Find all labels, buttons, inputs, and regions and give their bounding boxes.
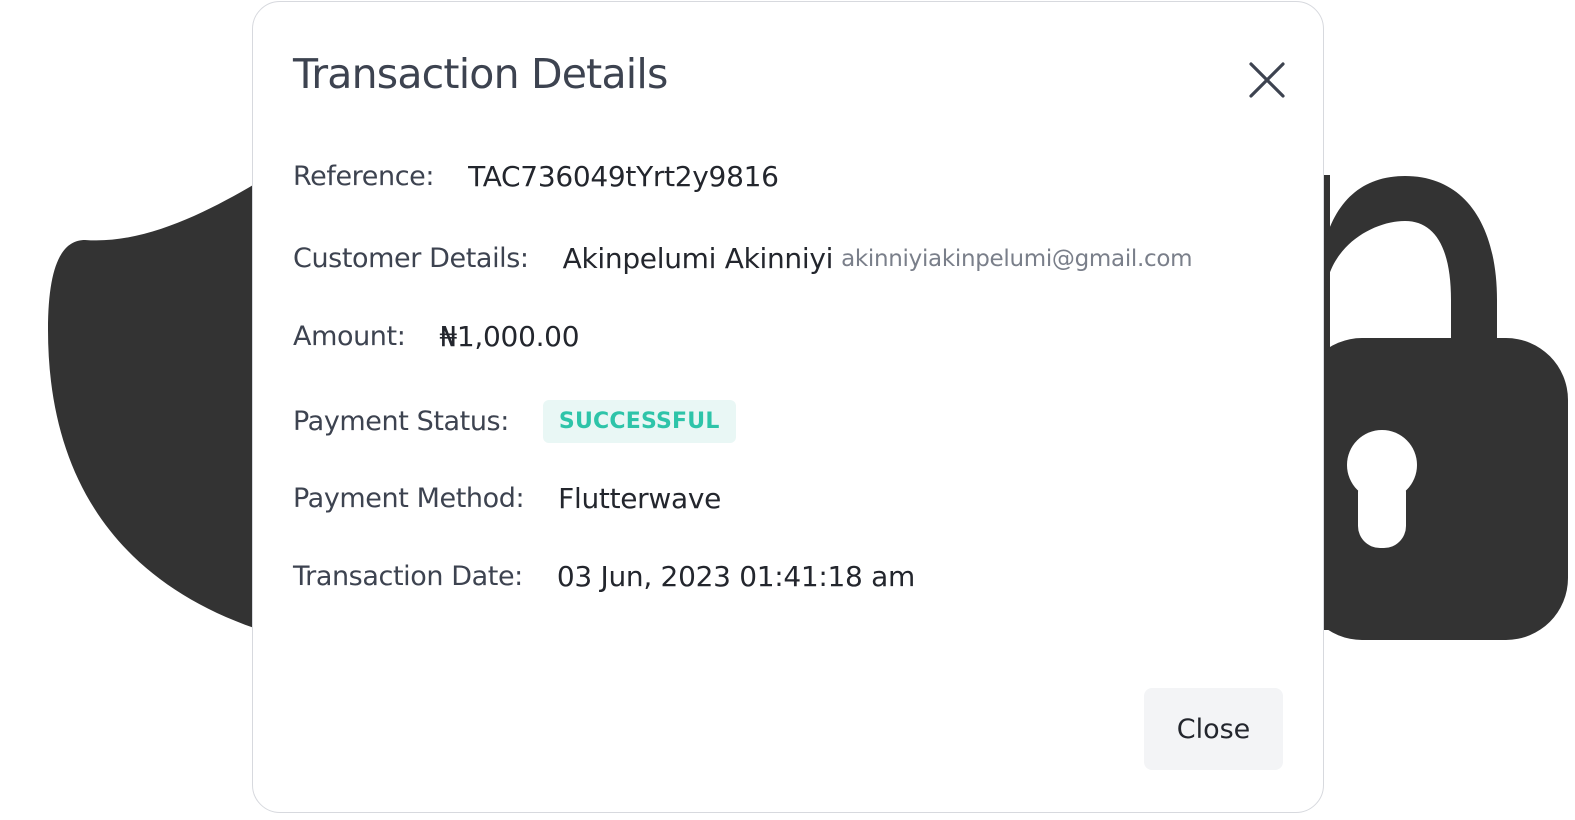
payment-method-label: Payment Method:	[293, 483, 525, 514]
amount-value: ₦1,000.00	[439, 320, 580, 353]
customer-name: Akinpelumi Akinniyi	[562, 242, 834, 275]
close-button[interactable]: Close	[1144, 688, 1283, 770]
customer-details-label: Customer Details:	[293, 243, 529, 274]
page-stage: Transaction Details Reference: TAC736049…	[0, 0, 1575, 820]
transaction-date-row: Transaction Date: 03 Jun, 2023 01:41:18 …	[293, 560, 915, 593]
customer-details-row: Customer Details: Akinpelumi Akinniyi ak…	[293, 242, 1193, 275]
amount-label: Amount:	[293, 321, 406, 352]
payment-status-label: Payment Status:	[293, 406, 509, 437]
transaction-details-modal: Transaction Details Reference: TAC736049…	[252, 1, 1324, 813]
modal-title: Transaction Details	[293, 50, 668, 98]
amount-row: Amount: ₦1,000.00	[293, 320, 580, 353]
payment-status-row: Payment Status: SUCCESSFUL	[293, 400, 736, 443]
transaction-date-value: 03 Jun, 2023 01:41:18 am	[556, 560, 916, 593]
reference-row: Reference: TAC736049tYrt2y9816	[293, 160, 779, 193]
customer-email: akinniyiakinpelumi@gmail.com	[841, 245, 1193, 272]
reference-value: TAC736049tYrt2y9816	[468, 160, 779, 193]
transaction-date-label: Transaction Date:	[293, 561, 523, 592]
payment-method-value: Flutterwave	[558, 482, 722, 515]
status-badge: SUCCESSFUL	[542, 400, 736, 443]
payment-method-row: Payment Method: Flutterwave	[293, 482, 721, 515]
reference-label: Reference:	[293, 161, 435, 192]
close-icon[interactable]	[1247, 60, 1287, 100]
